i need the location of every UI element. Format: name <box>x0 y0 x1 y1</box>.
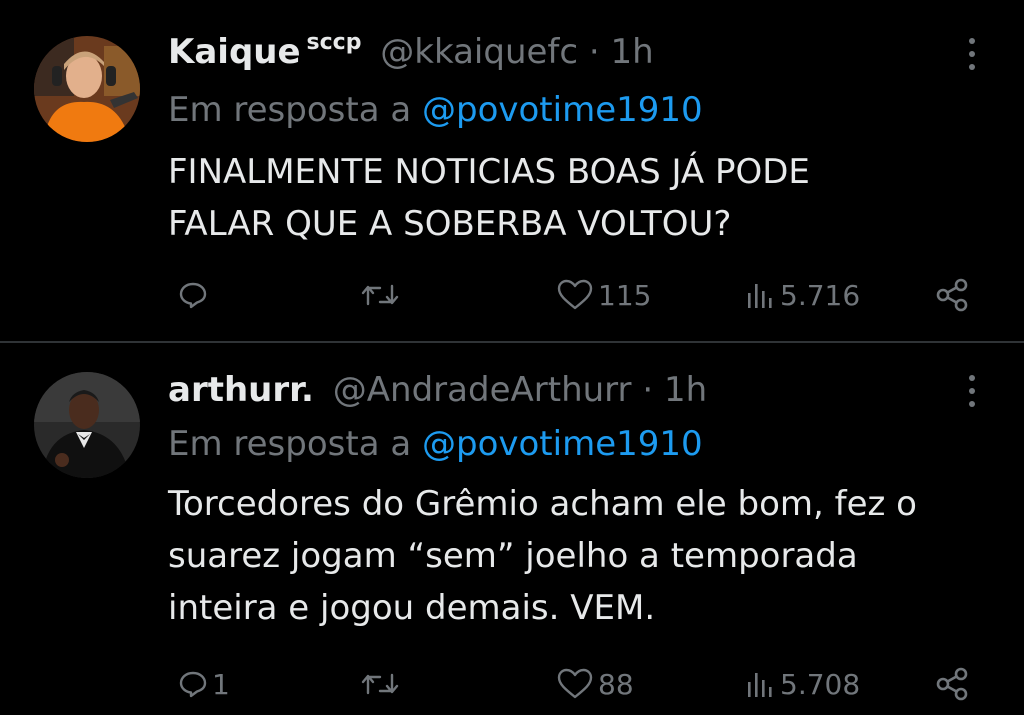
retweet-icon <box>360 669 400 699</box>
tweet-2[interactable]: arthurr. @AndradeArthurr · 1h Em respost… <box>0 345 1024 715</box>
reply-prefix: Em resposta a <box>168 424 412 464</box>
views-icon <box>746 669 776 699</box>
reply-count: 1 <box>212 667 230 701</box>
avatar[interactable] <box>34 36 140 142</box>
like-button[interactable]: 115 <box>556 270 651 320</box>
more-icon[interactable] <box>962 38 982 78</box>
tweet-text-line: Torcedores do Grêmio acham ele bom, fez … <box>168 484 917 524</box>
share-icon <box>934 277 970 313</box>
share-button[interactable] <box>934 270 970 320</box>
action-bar: 1 88 5.708 <box>0 659 1024 709</box>
tweet-text-line: FINALMENTE NOTICIAS BOAS JÁ PODE <box>168 152 810 192</box>
reply-mention-link[interactable]: @povotime1910 <box>422 90 703 130</box>
reply-context: Em resposta a @povotime1910 <box>168 90 703 130</box>
views-button[interactable]: 5.708 <box>746 659 860 709</box>
separator-dot: · <box>588 32 600 72</box>
tweet-text: Torcedores do Grêmio acham ele bom, fez … <box>168 478 988 634</box>
separator-dot: · <box>642 370 654 410</box>
timestamp[interactable]: 1h <box>611 32 654 72</box>
tweet-text-line: suarez jogam “sem” joelho a temporada <box>168 536 858 576</box>
reply-context: Em resposta a @povotime1910 <box>168 424 703 464</box>
user-handle[interactable]: @AndradeArthurr <box>333 370 632 410</box>
retweet-button[interactable] <box>360 270 404 320</box>
views-count: 5.716 <box>780 278 861 312</box>
views-button[interactable]: 5.716 <box>746 270 860 320</box>
retweet-button[interactable] <box>360 659 404 709</box>
more-icon[interactable] <box>962 375 982 415</box>
action-bar: 115 5.716 <box>0 270 1024 320</box>
views-count: 5.708 <box>780 667 861 701</box>
reply-prefix: Em resposta a <box>168 90 412 130</box>
display-name[interactable]: arthurr. <box>168 370 314 410</box>
tweet-text: FINALMENTE NOTICIAS BOAS JÁ PODE FALAR Q… <box>168 146 988 250</box>
reply-mention-link[interactable]: @povotime1910 <box>422 424 703 464</box>
tweet-header: arthurr. @AndradeArthurr · 1h <box>168 370 707 410</box>
views-icon <box>746 280 776 310</box>
timestamp[interactable]: 1h <box>664 370 707 410</box>
tweet-header: Kaique sccp @kkaiquefc · 1h <box>168 30 654 77</box>
reply-icon <box>178 669 208 699</box>
share-icon <box>934 666 970 702</box>
like-icon <box>556 279 594 311</box>
display-name[interactable]: Kaique <box>168 32 301 72</box>
like-button[interactable]: 88 <box>556 659 634 709</box>
tweet-text-line: FALAR QUE A SOBERBA VOLTOU? <box>168 204 732 244</box>
like-count: 115 <box>598 278 652 312</box>
tweet-text-line: inteira e jogou demais. VEM. <box>168 588 656 628</box>
reply-icon <box>178 280 208 310</box>
name-badge: sccp <box>306 30 362 55</box>
like-icon <box>556 668 594 700</box>
share-button[interactable] <box>934 659 970 709</box>
user-handle[interactable]: @kkaiquefc <box>380 32 578 72</box>
avatar[interactable] <box>34 372 140 478</box>
tweet-1[interactable]: Kaique sccp @kkaiquefc · 1h Em resposta a… <box>0 0 1024 343</box>
reply-button[interactable]: 1 <box>178 659 230 709</box>
like-count: 88 <box>598 667 634 701</box>
retweet-icon <box>360 280 400 310</box>
reply-button[interactable] <box>178 270 212 320</box>
